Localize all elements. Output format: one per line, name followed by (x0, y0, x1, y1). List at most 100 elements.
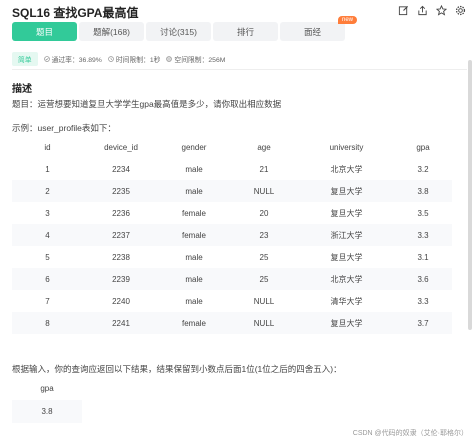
divider (12, 69, 467, 70)
table-cell: male (185, 164, 203, 174)
table-cell: NULL (229, 312, 299, 334)
table-cell: female (181, 208, 206, 218)
table-cell: 2240 (112, 296, 130, 306)
table-cell: 3.5 (417, 208, 429, 218)
table-cell: 2236 (112, 208, 130, 218)
table-cell: NULL (229, 180, 299, 202)
description-heading: 描述 (12, 84, 32, 95)
clock-icon (108, 56, 114, 62)
table-cell: male (159, 268, 229, 290)
table-cell: 8 (12, 312, 83, 334)
column-header: device_id (104, 142, 138, 152)
tab-discussion[interactable]: 讨论(315) (146, 22, 211, 41)
problem-tabs: 题目 题解(168) 讨论(315) 排行 面经 new (12, 16, 357, 41)
table-cell: 复旦大学 (299, 312, 394, 334)
watermark: CSDN @代码的奴隶（艾伦·耶格尔） (352, 430, 468, 437)
table-cell: 3.3 (394, 224, 452, 246)
time-limit: 时间限制：1秒 (108, 54, 161, 64)
tab-ranking[interactable]: 排行 (213, 22, 278, 41)
scrollbar[interactable] (468, 60, 472, 330)
space-limit: 空间限制：256M (166, 54, 225, 64)
result-note: 根据输入，你的查询应返回以下结果，结果保留到小数点后面1位(1位之后的四舍五入)… (12, 364, 342, 374)
result-header: gpa (12, 377, 82, 400)
table-header-row: id device_id gender age university gpa (12, 136, 452, 158)
result-row: 3.8 (12, 400, 82, 423)
table-cell: 3.6 (394, 268, 452, 290)
table-cell: 2234 (112, 164, 130, 174)
problem-header: SQL16 查找GPA最高值 (0, 0, 474, 21)
header-icons (398, 5, 466, 16)
table-cell: 6 (12, 268, 83, 290)
table-cell: 北京大学 (299, 268, 394, 290)
table-cell: 2238 (112, 252, 130, 262)
description-text: 题目：运营想要知道复旦大学学生gpa最高值是多少，请你取出相应数据 (12, 99, 282, 109)
table-cell: 3.1 (417, 252, 429, 262)
table-cell: 5 (45, 252, 50, 262)
table-cell: 3 (45, 208, 50, 218)
tab-problem[interactable]: 题目 (12, 22, 77, 41)
pass-rate-text: 通过率：36.89% (51, 57, 102, 64)
example-label: 示例：user_profile表如下： (12, 123, 116, 133)
star-icon[interactable] (436, 5, 447, 16)
table-cell: 21 (259, 164, 269, 174)
column-header: gender (181, 142, 207, 152)
result-table: gpa 3.8 (12, 377, 82, 423)
table-cell: 2241 (83, 312, 159, 334)
pass-rate: 通过率：36.89% (43, 54, 102, 64)
memory-icon (166, 56, 173, 62)
table-cell: male (185, 296, 203, 306)
table-cell: 2237 (83, 224, 159, 246)
table-row: 8 2241 female NULL 复旦大学 3.7 (12, 312, 452, 334)
table-cell: 2239 (83, 268, 159, 290)
table-cell: 3.8 (394, 180, 452, 202)
table-row: 7 2240 male NULL 清华大学 3.3 (12, 290, 452, 312)
check-circle-icon (43, 56, 50, 62)
column-header: university (329, 142, 364, 152)
table-row: 3 2236 female 20 复旦大学 3.5 (12, 202, 452, 224)
table-row: 4 2237 female 23 浙江大学 3.3 (12, 224, 452, 246)
time-limit-text: 时间限制：1秒 (115, 57, 161, 64)
table-cell: 复旦大学 (330, 208, 363, 218)
table-cell: female (159, 312, 229, 334)
table-cell: 4 (12, 224, 83, 246)
table-cell: 25 (259, 252, 269, 262)
table-cell: 浙江大学 (299, 224, 394, 246)
table-cell: 复旦大学 (299, 180, 394, 202)
edit-icon[interactable] (398, 5, 409, 16)
problem-title: SQL16 查找GPA最高值 (12, 6, 139, 20)
table-cell: 7 (45, 296, 50, 306)
table-cell: 1 (45, 164, 50, 174)
user-profile-table: id device_id gender age university gpa 1… (12, 136, 452, 334)
table-cell: female (159, 224, 229, 246)
settings-icon[interactable] (455, 5, 466, 16)
table-cell: 北京大学 (330, 164, 363, 174)
share-icon[interactable] (417, 5, 428, 16)
new-badge: new (337, 16, 357, 24)
table-cell: 2 (12, 180, 83, 202)
table-cell: 复旦大学 (330, 252, 363, 262)
table-cell: 清华大学 (330, 296, 363, 306)
result-header-row: gpa (12, 377, 82, 400)
column-header: gpa (416, 142, 430, 152)
table-cell: 3.2 (417, 164, 429, 174)
table-row: 1 2234 male 21 北京大学 3.2 (12, 158, 452, 180)
table-cell: 3.7 (394, 312, 452, 334)
table-cell: 25 (229, 268, 299, 290)
column-header: age (257, 142, 271, 152)
result-value: 3.8 (12, 400, 82, 423)
table-cell: male (159, 180, 229, 202)
table-row: 6 2239 male 25 北京大学 3.6 (12, 268, 452, 290)
tab-interview-label: 面经 (303, 26, 321, 37)
table-cell: male (185, 252, 203, 262)
table-cell: 3.3 (417, 296, 429, 306)
problem-meta: 简单 通过率：36.89% 时间限制：1秒 空间限制：256M (12, 52, 225, 66)
space-limit-text: 空间限制：256M (174, 57, 226, 64)
table-row: 5 2238 male 25 复旦大学 3.1 (12, 246, 452, 268)
table-cell: 2235 (83, 180, 159, 202)
difficulty-badge: 简单 (12, 52, 38, 66)
table-cell: NULL (253, 296, 275, 306)
tab-interview[interactable]: 面经 new (280, 16, 357, 41)
table-row: 2 2235 male NULL 复旦大学 3.8 (12, 180, 452, 202)
table-cell: 23 (229, 224, 299, 246)
tab-solutions[interactable]: 题解(168) (79, 22, 144, 41)
